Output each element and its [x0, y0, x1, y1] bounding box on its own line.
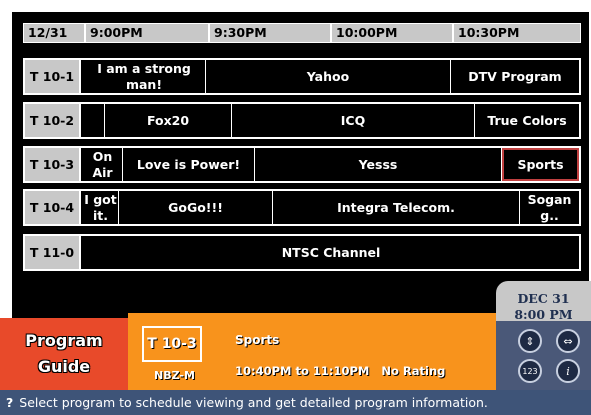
program-cell[interactable]: Love is Power! [123, 148, 255, 181]
program-cell[interactable]: Integra Telecom. [273, 191, 520, 224]
header-time-2: 9:30PM [209, 23, 331, 43]
header-time-4: 10:30PM [453, 23, 581, 43]
program-cell[interactable]: Sogan g.. [520, 191, 579, 224]
program-cell[interactable]: GoGo!!! [119, 191, 273, 224]
program-cell[interactable]: I got it. [83, 191, 119, 224]
channel-label[interactable]: T 10-1 [25, 60, 81, 93]
program-cell[interactable]: Yesss [255, 148, 502, 181]
selected-channel-box: T 10-3 [142, 326, 202, 362]
channel-label[interactable]: T 10-4 [25, 191, 81, 224]
selected-program-time: 10:40PM to 11:10PM No Rating [235, 364, 445, 378]
program-cell[interactable]: Fox20 [105, 104, 232, 137]
rating: No Rating [381, 364, 446, 378]
time-range: 10:40PM to 11:10PM [235, 364, 370, 378]
program-guide-title: Program Guide [0, 318, 128, 390]
help-bar: ? Select program to schedule viewing and … [0, 390, 591, 415]
program-cell-selected[interactable]: Sports [502, 148, 579, 181]
program-cell[interactable]: DTV Program [451, 60, 579, 93]
program-cell[interactable] [83, 104, 105, 137]
info-icon[interactable]: i [556, 359, 580, 383]
guide-title-line-1: Program [25, 331, 103, 350]
header-time-3: 10:00PM [331, 23, 453, 43]
remote-controls: ⇕ ⇔ 123 i [496, 321, 591, 390]
channel-row: T 11-0 NTSC Channel [23, 234, 581, 271]
program-cell[interactable]: True Colors [475, 104, 579, 137]
channel-row: T 10-1 I am a strong man! Yahoo DTV Prog… [23, 58, 581, 95]
number-keypad-icon[interactable]: 123 [518, 359, 542, 383]
channel-label[interactable]: T 10-2 [25, 104, 81, 137]
program-cell[interactable]: Yahoo [206, 60, 451, 93]
program-cell[interactable]: On Air [83, 148, 123, 181]
selected-program-title: Sports [235, 333, 280, 347]
channel-row: T 10-2 Fox20 ICQ True Colors [23, 102, 581, 139]
channel-label[interactable]: T 11-0 [25, 236, 81, 269]
help-icon: ? [6, 395, 14, 410]
navigate-horizontal-icon[interactable]: ⇔ [556, 329, 580, 353]
clock-date: DEC 31 [517, 291, 570, 306]
guide-title-line-2: Guide [37, 357, 91, 376]
help-text: Select program to schedule viewing and g… [19, 395, 488, 410]
header-date: 12/31 [23, 23, 85, 43]
channel-row: T 10-3 On Air Love is Power! Yesss Sport… [23, 146, 581, 183]
selected-network: NBZ-M [154, 369, 195, 382]
navigate-vertical-icon[interactable]: ⇕ [518, 329, 542, 353]
header-time-1: 9:00PM [85, 23, 209, 43]
program-cell[interactable]: NTSC Channel [83, 236, 579, 269]
program-cell[interactable]: ICQ [232, 104, 475, 137]
program-cell[interactable]: I am a strong man! [83, 60, 206, 93]
clock-display: DEC 31 8:00 PM [496, 281, 591, 322]
channel-label[interactable]: T 10-3 [25, 148, 81, 181]
channel-row: T 10-4 I got it. GoGo!!! Integra Telecom… [23, 189, 581, 226]
